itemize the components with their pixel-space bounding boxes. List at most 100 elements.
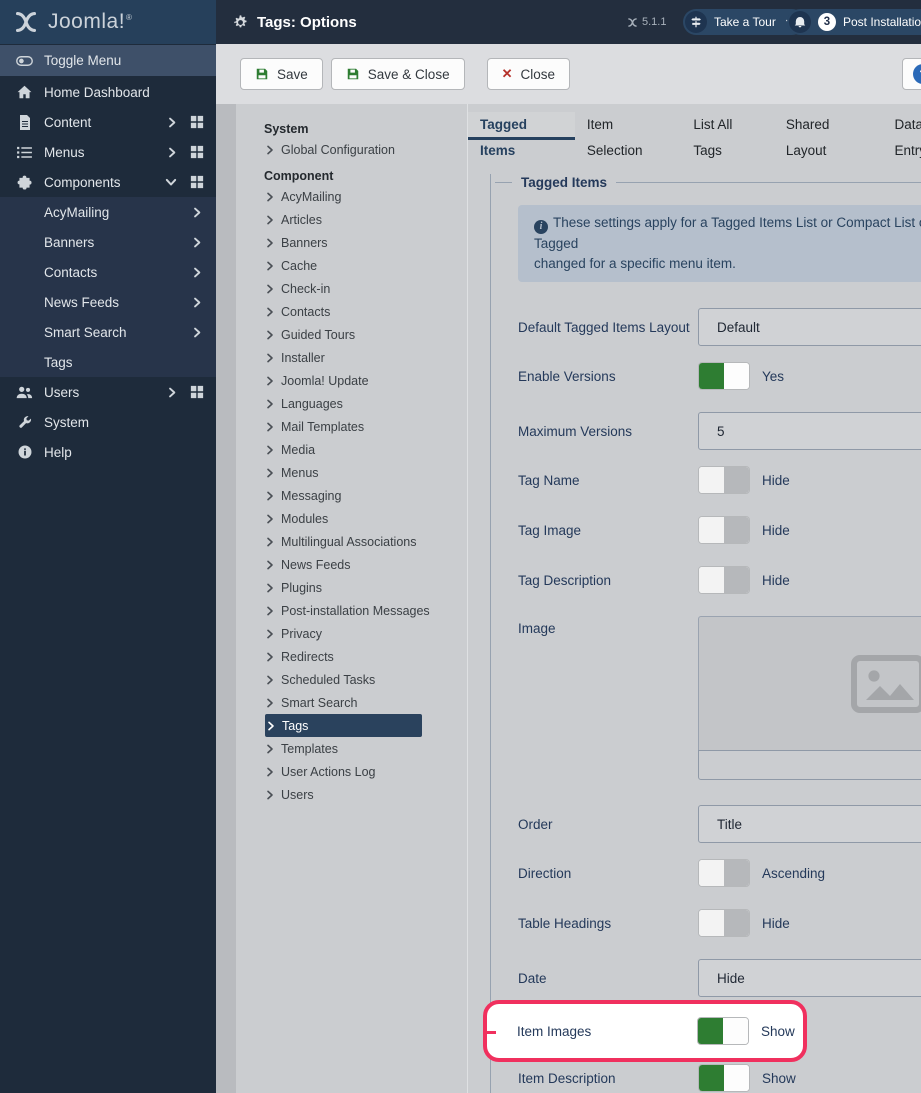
tree-item-scheduled-tasks[interactable]: Scheduled Tasks <box>236 668 467 691</box>
tree-item-label: Joomla! Update <box>281 373 369 388</box>
tree-item-global-configuration[interactable]: Global Configuration <box>236 138 467 161</box>
tree-item-messaging[interactable]: Messaging <box>236 484 467 507</box>
tree-item-templates[interactable]: Templates <box>236 737 467 760</box>
tag-name-row: Tag Name Hide <box>518 466 921 494</box>
tree-item-user-actions-log[interactable]: User Actions Log <box>236 760 467 783</box>
tree-item-check-in[interactable]: Check-in <box>236 277 467 300</box>
sidebar-subitem-contacts[interactable]: Contacts <box>0 257 216 287</box>
item-description-row: Item Description Show <box>518 1064 921 1092</box>
toggle-track <box>723 1018 748 1044</box>
date-select[interactable]: Hide <box>698 959 921 997</box>
input-value: 5 <box>717 423 725 439</box>
tree-item-label: Check-in <box>281 281 331 296</box>
chevron-right-icon <box>192 237 202 248</box>
tag-description-toggle[interactable] <box>698 566 750 594</box>
field-label: Default Tagged Items Layout <box>518 319 690 335</box>
sidebar-item-toggle-menu[interactable]: Toggle Menu <box>0 45 216 76</box>
tree-item-tags[interactable]: Tags <box>265 714 422 737</box>
tree-item-acymailing[interactable]: AcyMailing <box>236 185 467 208</box>
tag-image-toggle[interactable] <box>698 516 750 544</box>
toggle-track <box>699 363 724 389</box>
brand[interactable]: Joomla!® <box>0 0 216 44</box>
tree-item-joomla-update[interactable]: Joomla! Update <box>236 369 467 392</box>
tree-item-guided-tours[interactable]: Guided Tours <box>236 323 467 346</box>
tree-item-mail-templates[interactable]: Mail Templates <box>236 415 467 438</box>
tree-item-media[interactable]: Media <box>236 438 467 461</box>
sidebar-item-system[interactable]: System <box>0 407 216 437</box>
select-value: Hide <box>717 970 745 986</box>
sidebar-item-label: Components <box>44 174 121 190</box>
maximum-versions-input[interactable]: 5 <box>698 412 921 450</box>
sidebar-subitem-acymailing[interactable]: AcyMailing <box>0 197 216 227</box>
tree-item-multilingual-associations[interactable]: Multilingual Associations <box>236 530 467 553</box>
tree-item-redirects[interactable]: Redirects <box>236 645 467 668</box>
tree-item-banners[interactable]: Banners <box>236 231 467 254</box>
chevron-right-icon <box>267 721 275 731</box>
sidebar-item-content[interactable]: Content <box>0 107 216 137</box>
sidebar-subitem-label: Banners <box>44 234 95 250</box>
tree-item-label: User Actions Log <box>281 764 376 779</box>
save-button[interactable]: Save <box>240 58 323 90</box>
tree-item-news-feeds[interactable]: News Feeds <box>236 553 467 576</box>
tree-item-modules[interactable]: Modules <box>236 507 467 530</box>
chevron-right-icon <box>266 560 274 570</box>
toggle-state-label: Ascending <box>762 865 826 881</box>
sidebar-subitem-banners[interactable]: Banners <box>0 227 216 257</box>
inline-help-button[interactable]: ? <box>902 58 921 90</box>
sidebar-item-users[interactable]: Users <box>0 377 216 407</box>
item-images-toggle[interactable] <box>697 1017 749 1045</box>
tree-item-plugins[interactable]: Plugins <box>236 576 467 599</box>
select-value: Title <box>717 816 743 832</box>
tree-item-menus[interactable]: Menus <box>236 461 467 484</box>
toggle-state-label: Hide <box>762 915 790 931</box>
tree-item-articles[interactable]: Articles <box>236 208 467 231</box>
tree-item-cache[interactable]: Cache <box>236 254 467 277</box>
chevron-right-icon <box>266 514 274 524</box>
joomla-glyph-icon <box>628 17 637 27</box>
tree-item-users[interactable]: Users <box>236 783 467 806</box>
default-tagged-items-layout-select[interactable]: Default <box>698 308 921 346</box>
sidebar-item-help[interactable]: Help <box>0 437 216 467</box>
tab-data-entry[interactable]: Data Entry <box>883 112 921 158</box>
save-icon <box>255 67 269 81</box>
sidebar-item-menus[interactable]: Menus <box>0 137 216 167</box>
order-select[interactable]: Title <box>698 805 921 843</box>
tree-item-languages[interactable]: Languages <box>236 392 467 415</box>
chevron-right-icon <box>192 207 202 218</box>
tree-item-post-installation-messages[interactable]: Post-installation Messages <box>236 599 467 622</box>
close-button[interactable]: ✕ Close <box>486 58 570 90</box>
tree-item-installer[interactable]: Installer <box>236 346 467 369</box>
sidebar-item-components[interactable]: Components <box>0 167 216 197</box>
sidebar-subitem-smart-search[interactable]: Smart Search <box>0 317 216 347</box>
sidebar-subitem-news-feeds[interactable]: News Feeds <box>0 287 216 317</box>
chevron-right-icon <box>266 145 274 155</box>
tree-item-label: Menus <box>281 465 319 480</box>
item-description-toggle[interactable] <box>698 1064 750 1092</box>
chevron-right-icon <box>266 422 274 432</box>
tree-item-contacts[interactable]: Contacts <box>236 300 467 323</box>
select-value: Default <box>717 319 760 335</box>
sidebar-subitem-tags[interactable]: Tags <box>0 347 216 377</box>
field-label: Enable Versions <box>518 368 616 384</box>
direction-toggle[interactable] <box>698 859 750 887</box>
chevron-right-icon <box>192 267 202 278</box>
post-installation-messages-button[interactable]: 3 Post Installation Messa <box>787 9 921 35</box>
enable-versions-toggle[interactable] <box>698 362 750 390</box>
save-and-close-button[interactable]: Save & Close <box>330 58 465 90</box>
table-headings-toggle[interactable] <box>698 909 750 937</box>
joomla-logo-icon <box>13 9 39 35</box>
sidebar-item-label: Content <box>44 114 92 130</box>
tree-item-smart-search[interactable]: Smart Search <box>236 691 467 714</box>
sidebar-item-home-dashboard[interactable]: Home Dashboard <box>0 77 216 107</box>
tab-shared-layout[interactable]: Shared Layout <box>774 112 883 158</box>
tab-item-selection[interactable]: Item Selection <box>575 112 681 158</box>
toggle-track <box>699 860 724 886</box>
tab-tagged-items[interactable]: Tagged Items <box>468 112 575 158</box>
tree-section-heading: Component <box>264 169 334 183</box>
tag-name-toggle[interactable] <box>698 466 750 494</box>
toggle-track <box>724 1065 749 1091</box>
image-preview[interactable] <box>698 616 921 750</box>
tab-list-all-tags[interactable]: List All Tags <box>681 112 773 158</box>
tree-item-privacy[interactable]: Privacy <box>236 622 467 645</box>
image-input[interactable] <box>698 750 921 780</box>
